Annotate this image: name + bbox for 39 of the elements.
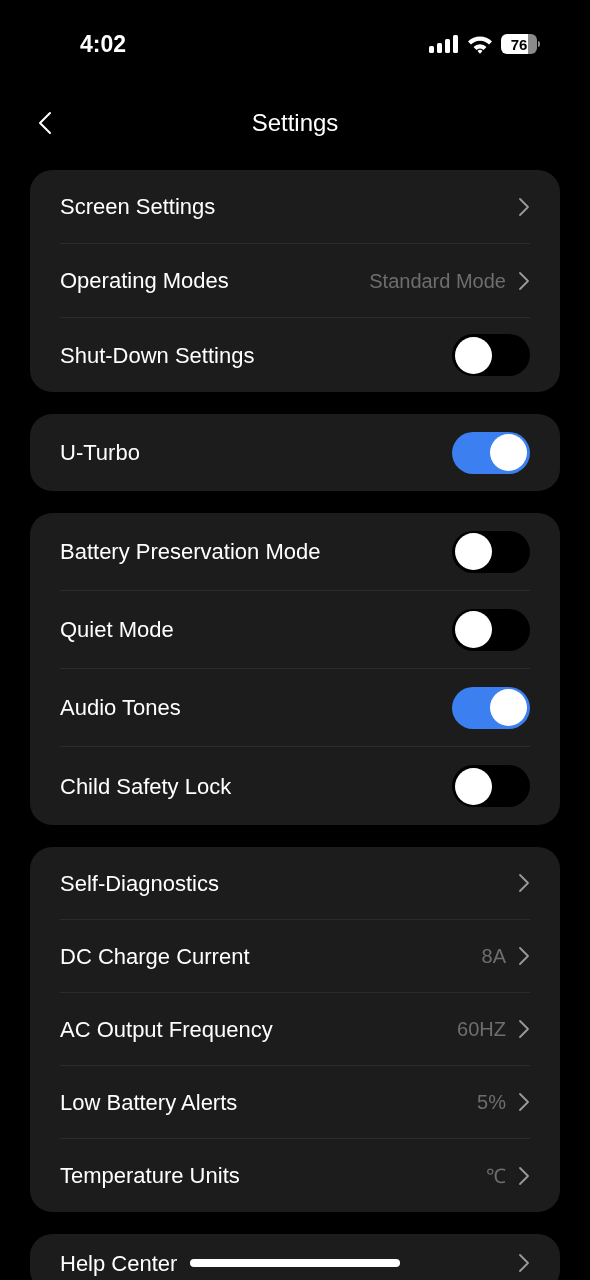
chevron-right-icon <box>518 946 530 966</box>
row-value: Standard Mode <box>369 268 506 294</box>
row-label: Quiet Mode <box>60 616 174 644</box>
back-icon[interactable] <box>38 111 52 135</box>
row-label: Operating Modes <box>60 267 229 295</box>
battery-indicator: 76 <box>501 34 537 54</box>
toggle-switch[interactable] <box>452 686 530 729</box>
wifi-icon <box>467 34 493 54</box>
chevron-right-icon <box>518 1165 530 1186</box>
row-label: Child Safety Lock <box>60 772 232 801</box>
toggle-switch[interactable] <box>452 431 530 474</box>
toggle-switch[interactable] <box>452 334 530 376</box>
status-time: 4:02 <box>80 29 127 59</box>
row-label: DC Charge Current <box>60 942 250 971</box>
row-label: Help Center <box>60 1249 178 1278</box>
row-value: 5% <box>477 1090 506 1115</box>
row-value: 8A <box>481 944 506 969</box>
toggle-switch[interactable] <box>452 608 530 651</box>
chevron-right-icon <box>518 1092 530 1112</box>
signal-icon <box>429 35 459 53</box>
row-value: 60HZ <box>457 1017 506 1042</box>
chevron-right-icon <box>518 270 530 291</box>
toggle-switch[interactable] <box>452 765 530 807</box>
chevron-right-icon <box>518 873 530 893</box>
row-label: U-Turbo <box>60 439 140 467</box>
chevron-right-icon <box>518 1253 530 1273</box>
row-label: Shut-Down Settings <box>60 341 255 370</box>
row-label: Self-Diagnostics <box>60 869 219 898</box>
row-label: Temperature Units <box>60 1162 240 1190</box>
chevron-right-icon <box>518 196 530 217</box>
row-label: AC Output Frequency <box>60 1015 273 1044</box>
row-value: ℃ <box>486 1163 506 1189</box>
toggle-switch[interactable] <box>452 530 530 573</box>
row-label: Battery Preservation Mode <box>60 538 321 566</box>
page-title: Settings <box>251 108 339 138</box>
chevron-right-icon <box>518 1019 530 1039</box>
row-label: Audio Tones <box>60 694 181 722</box>
row-label: Screen Settings <box>60 193 216 221</box>
row-label: Low Battery Alerts <box>60 1088 238 1117</box>
